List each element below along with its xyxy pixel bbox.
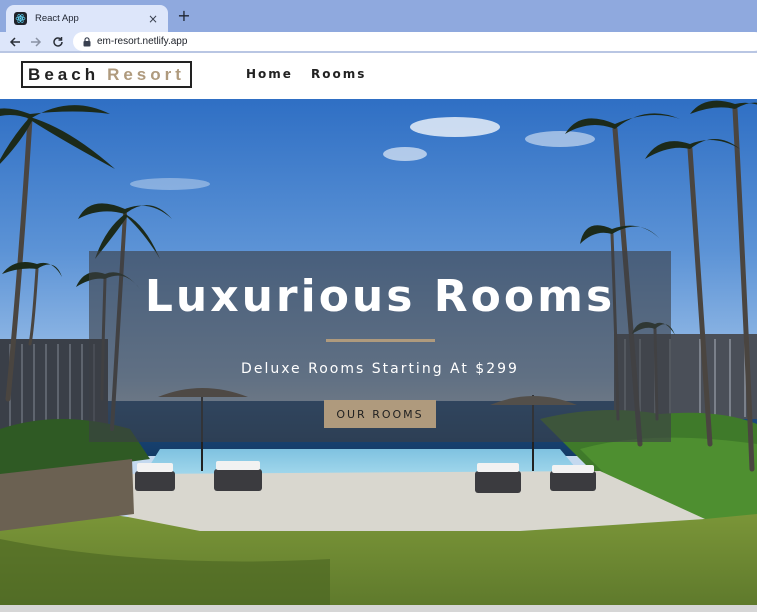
hero-divider	[326, 339, 435, 342]
hero-banner: Luxurious Rooms Deluxe Rooms Starting At…	[89, 251, 671, 442]
url-text: em-resort.netlify.app	[97, 36, 188, 47]
react-favicon-icon	[14, 12, 27, 25]
site-navbar: Beach Resort Home Rooms	[0, 53, 757, 99]
logo-word-beach: Beach	[28, 64, 100, 84]
our-rooms-button[interactable]: OUR ROOMS	[324, 400, 436, 428]
forward-arrow-icon[interactable]	[28, 34, 44, 50]
lock-icon	[83, 32, 91, 51]
address-bar[interactable]: em-resort.netlify.app	[73, 32, 757, 51]
bottom-strip	[0, 605, 757, 612]
logo-word-resort: Resort	[107, 64, 185, 84]
nav-link-rooms[interactable]: Rooms	[311, 67, 366, 81]
hero-subtitle: Deluxe Rooms Starting At $299	[241, 361, 519, 377]
nav-link-home[interactable]: Home	[246, 67, 293, 81]
hero-section: Luxurious Rooms Deluxe Rooms Starting At…	[0, 99, 757, 605]
browser-tab-bar: React App × +	[0, 0, 757, 32]
reload-icon[interactable]	[50, 34, 66, 50]
back-arrow-icon[interactable]	[7, 34, 23, 50]
browser-toolbar: em-resort.netlify.app	[0, 32, 757, 51]
close-icon[interactable]: ×	[146, 12, 160, 26]
hero-title: Luxurious Rooms	[144, 271, 616, 322]
browser-tab[interactable]: React App ×	[6, 5, 168, 32]
site-logo[interactable]: Beach Resort	[21, 61, 192, 88]
plus-icon[interactable]: +	[176, 8, 192, 24]
tab-title: React App	[35, 13, 79, 24]
